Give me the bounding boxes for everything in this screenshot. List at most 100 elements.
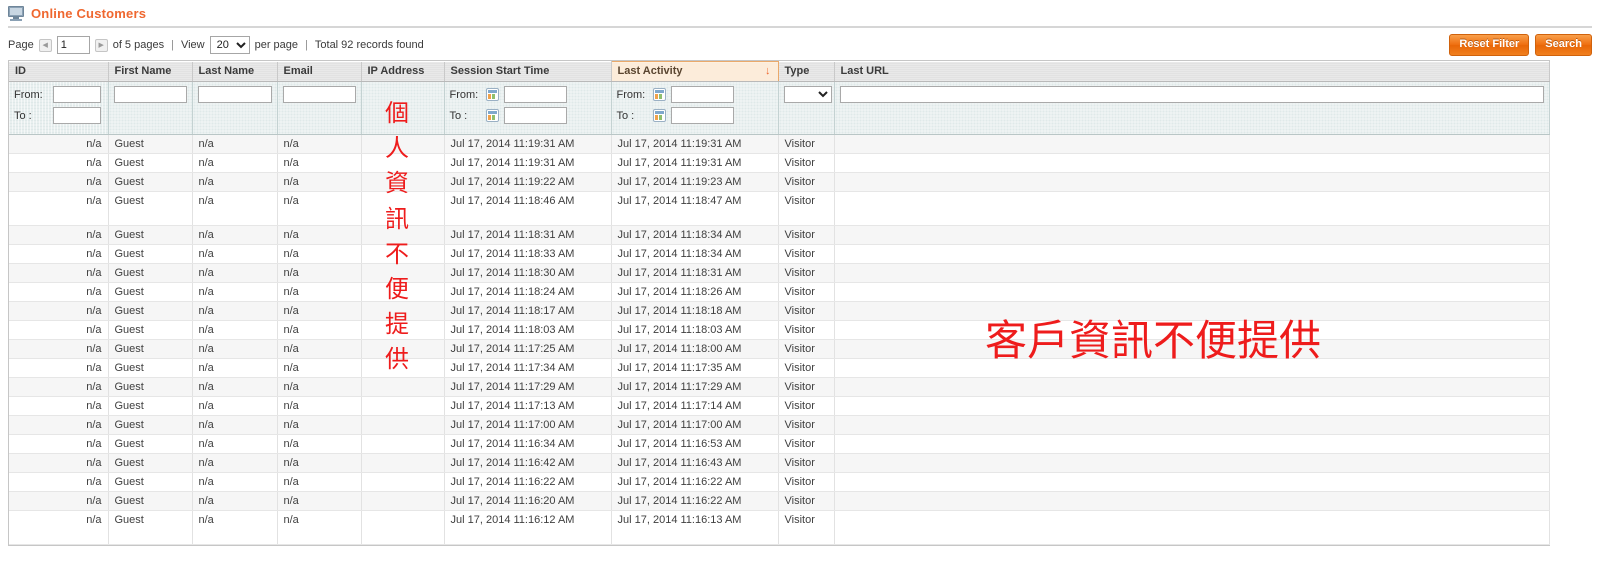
cell-last_name: n/a [192, 244, 278, 264]
cell-email: n/a [277, 320, 362, 340]
calendar-icon[interactable] [652, 88, 666, 101]
cell-last_activity: Jul 17, 2014 11:16:22 AM [611, 491, 779, 511]
last-name-filter-input[interactable] [197, 86, 272, 103]
cell-last_activity: Jul 17, 2014 11:18:26 AM [611, 282, 779, 302]
cell-last_activity: Jul 17, 2014 11:18:47 AM [611, 191, 779, 226]
table-row[interactable]: n/a Guest n/a n/a Jul 17, 2014 11:18:46 AM Ju… [9, 191, 1550, 226]
cell-last_activity: Jul 17, 2014 11:17:14 AM [611, 396, 779, 416]
table-row[interactable]: n/a Guest n/a n/a Jul 17, 2014 11:16:42 AM Ju… [9, 453, 1550, 473]
table-row[interactable]: n/a Guest n/a n/a Jul 17, 2014 11:16:34 AM Ju… [9, 434, 1550, 454]
id-from-label: From: [14, 88, 43, 101]
table-row[interactable]: n/a Guest n/a n/a Jul 17, 2014 11:18:31 AM Ju… [9, 225, 1550, 245]
activity-from-group: From: [617, 86, 773, 103]
table-row[interactable]: n/a Guest n/a n/a Jul 17, 2014 11:16:12 AM Ju… [9, 510, 1550, 545]
cell-last_name: n/a [192, 434, 278, 454]
table-row[interactable]: n/a Guest n/a n/a Jul 17, 2014 11:18:03 AM Ju… [9, 320, 1550, 340]
id-from-input[interactable] [53, 86, 101, 103]
per-page-label: per page [254, 39, 299, 51]
page-number-input[interactable] [56, 36, 90, 54]
column-header-type[interactable]: Type [778, 61, 835, 82]
cell-last_activity: Jul 17, 2014 11:16:22 AM [611, 472, 779, 492]
column-header-email[interactable]: Email [277, 61, 362, 82]
id-to-input[interactable] [53, 107, 101, 124]
table-row[interactable]: n/a Guest n/a n/a Jul 17, 2014 11:18:24 AM Ju… [9, 282, 1550, 302]
last-url-filter-input[interactable] [839, 86, 1544, 103]
cell-last_name: n/a [192, 415, 278, 435]
cell-session_start: Jul 17, 2014 11:16:42 AM [444, 453, 612, 473]
filter-cell-type [778, 81, 835, 135]
column-header-session_start[interactable]: Session Start Time [444, 61, 612, 82]
per-page-select[interactable]: 20 [209, 36, 250, 54]
session-from-input[interactable] [503, 86, 567, 103]
table-row[interactable]: n/a Guest n/a n/a Jul 17, 2014 11:17:25 AM Ju… [9, 339, 1550, 359]
table-row[interactable]: n/a Guest n/a n/a Jul 17, 2014 11:19:22 AM Ju… [9, 172, 1550, 192]
table-row[interactable]: n/a Guest n/a n/a Jul 17, 2014 11:18:33 AM Ju… [9, 244, 1550, 264]
cell-first_name: Guest [108, 339, 193, 359]
table-row[interactable]: n/a Guest n/a n/a Jul 17, 2014 11:16:20 AM Ju… [9, 491, 1550, 511]
table-row[interactable]: n/a Guest n/a n/a Jul 17, 2014 11:17:29 AM Ju… [9, 377, 1550, 397]
session-to-input[interactable] [503, 107, 567, 124]
cell-last_activity: Jul 17, 2014 11:17:35 AM [611, 358, 779, 378]
cell-first_name: Guest [108, 134, 193, 154]
table-row[interactable]: n/a Guest n/a n/a Jul 17, 2014 11:17:34 AM Ju… [9, 358, 1550, 378]
cell-first_name: Guest [108, 472, 193, 492]
cell-email: n/a [277, 172, 362, 192]
cell-first_name: Guest [108, 358, 193, 378]
table-row[interactable]: n/a Guest n/a n/a Jul 17, 2014 11:17:13 AM Ju… [9, 396, 1550, 416]
table-row[interactable]: n/a Guest n/a n/a Jul 17, 2014 11:16:22 AM Ju… [9, 472, 1550, 492]
prev-page-button[interactable]: ◀ [38, 38, 52, 52]
cell-email: n/a [277, 153, 362, 173]
type-filter-select[interactable] [783, 86, 832, 103]
reset-filter-button[interactable]: Reset Filter [1449, 34, 1530, 56]
cell-last_name: n/a [192, 472, 278, 492]
cell-email: n/a [277, 134, 362, 154]
cell-email: n/a [277, 491, 362, 511]
calendar-icon[interactable] [485, 88, 499, 101]
cell-session_start: Jul 17, 2014 11:18:24 AM [444, 282, 612, 302]
cell-type: Visitor [778, 225, 835, 245]
cell-email: n/a [277, 191, 362, 226]
cell-id: n/a [9, 301, 109, 321]
cell-last_activity: Jul 17, 2014 11:18:31 AM [611, 263, 779, 283]
activity-from-input[interactable] [670, 86, 734, 103]
first-name-filter-input[interactable] [113, 86, 187, 103]
cell-last_name: n/a [192, 396, 278, 416]
table-row[interactable]: n/a Guest n/a n/a Jul 17, 2014 11:19:31 AM Ju… [9, 153, 1550, 173]
cell-first_name: Guest [108, 396, 193, 416]
column-header-last_url[interactable]: Last URL [834, 61, 1550, 82]
cell-last_url [834, 415, 1550, 435]
table-row[interactable]: n/a Guest n/a n/a Jul 17, 2014 11:18:30 AM Ju… [9, 263, 1550, 283]
email-filter-input[interactable] [282, 86, 356, 103]
cell-id: n/a [9, 191, 109, 226]
total-pages-label: of 5 pages [112, 39, 165, 51]
table-row[interactable]: n/a Guest n/a n/a Jul 17, 2014 11:17:00 AM Ju… [9, 415, 1550, 435]
cell-id: n/a [9, 472, 109, 492]
cell-type: Visitor [778, 301, 835, 321]
activity-to-input[interactable] [670, 107, 734, 124]
column-header-ip_address[interactable]: IP Address [361, 61, 445, 82]
search-button[interactable]: Search [1535, 34, 1592, 56]
cell-first_name: Guest [108, 491, 193, 511]
column-header-id[interactable]: ID [9, 61, 109, 82]
cell-last_url [834, 339, 1550, 359]
table-row[interactable]: n/a Guest n/a n/a Jul 17, 2014 11:18:17 AM Ju… [9, 301, 1550, 321]
filter-cell-session-start: From: To : [444, 81, 612, 135]
cell-id: n/a [9, 153, 109, 173]
calendar-icon[interactable] [485, 109, 499, 122]
column-header-last_activity[interactable]: Last Activity ↓ [610, 61, 779, 82]
calendar-icon[interactable] [652, 109, 666, 122]
next-page-button[interactable]: ▶ [94, 38, 108, 52]
cell-last_url [834, 491, 1550, 511]
cell-session_start: Jul 17, 2014 11:18:33 AM [444, 244, 612, 264]
table-row[interactable]: n/a Guest n/a n/a Jul 17, 2014 11:19:31 AM Ju… [9, 134, 1550, 154]
cell-ip_address [361, 415, 445, 435]
cell-type: Visitor [778, 415, 835, 435]
cell-type: Visitor [778, 377, 835, 397]
filter-cell-last-name [192, 81, 278, 135]
column-header-last_name[interactable]: Last Name [192, 61, 278, 82]
cell-last_activity: Jul 17, 2014 11:18:34 AM [611, 244, 779, 264]
column-header-first_name[interactable]: First Name [108, 61, 193, 82]
filter-cell-last-url [834, 81, 1550, 135]
cell-last_name: n/a [192, 263, 278, 283]
cell-id: n/a [9, 377, 109, 397]
